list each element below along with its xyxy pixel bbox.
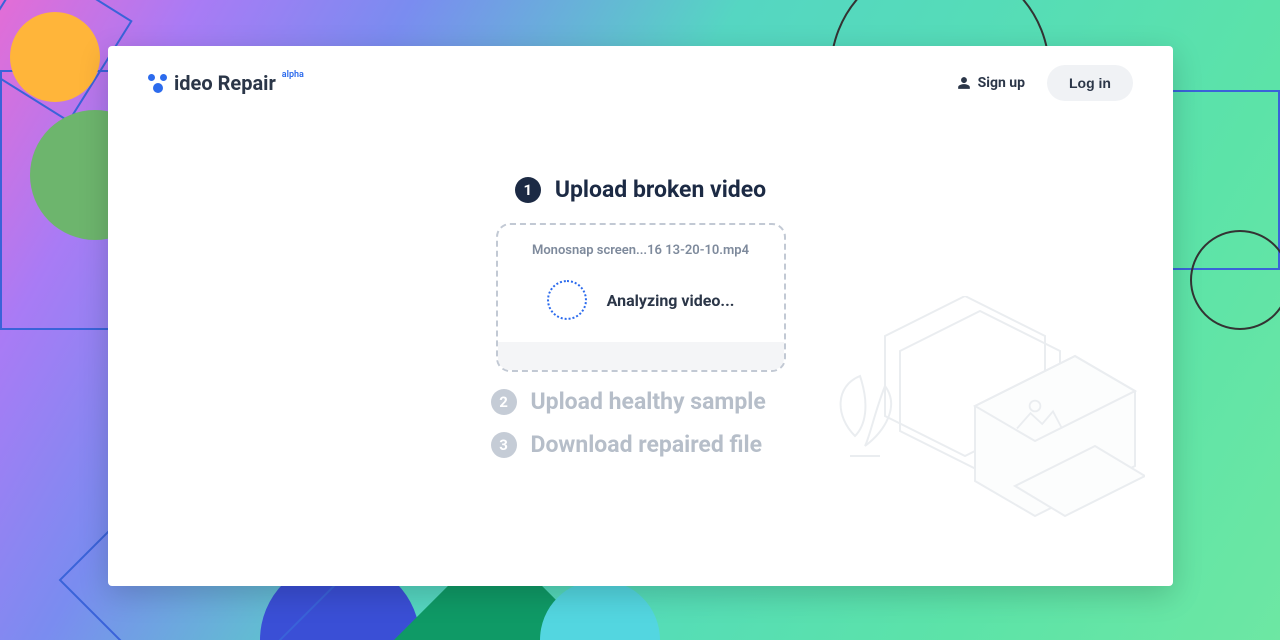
signup-link[interactable]: Sign up [957,75,1025,91]
dropzone-footer [498,342,784,370]
step-1-header: 1 Upload broken video [515,176,766,203]
analyze-row: Analyzing video... [547,280,735,320]
logo[interactable]: ideo Repair alpha [148,71,302,95]
step-2-header: 2 Upload healthy sample [491,388,791,415]
user-icon [957,76,971,90]
app-card: ideo Repair alpha Sign up Log in 1 Uploa… [108,46,1173,586]
uploaded-filename: Monosnap screen...16 13-20-10.mp4 [532,243,749,258]
logo-text: ideo Repair [174,71,276,95]
step-1-number: 1 [515,177,541,203]
step-2-number: 2 [491,389,517,415]
analyze-status: Analyzing video... [607,291,735,310]
login-button[interactable]: Log in [1047,65,1133,101]
step-1-title: Upload broken video [555,176,766,203]
spinner-icon [547,280,587,320]
step-3-header: 3 Download repaired file [491,431,791,458]
step-2-title: Upload healthy sample [531,388,766,415]
main-steps: 1 Upload broken video Monosnap screen...… [108,176,1173,458]
step-3-title: Download repaired file [531,431,763,458]
signup-label: Sign up [978,75,1025,91]
logo-badge: alpha [282,70,304,80]
logo-icon [148,72,170,94]
auth-actions: Sign up Log in [957,65,1133,101]
header: ideo Repair alpha Sign up Log in [108,46,1173,120]
step-3-number: 3 [491,432,517,458]
upload-dropzone[interactable]: Monosnap screen...16 13-20-10.mp4 Analyz… [496,223,786,372]
